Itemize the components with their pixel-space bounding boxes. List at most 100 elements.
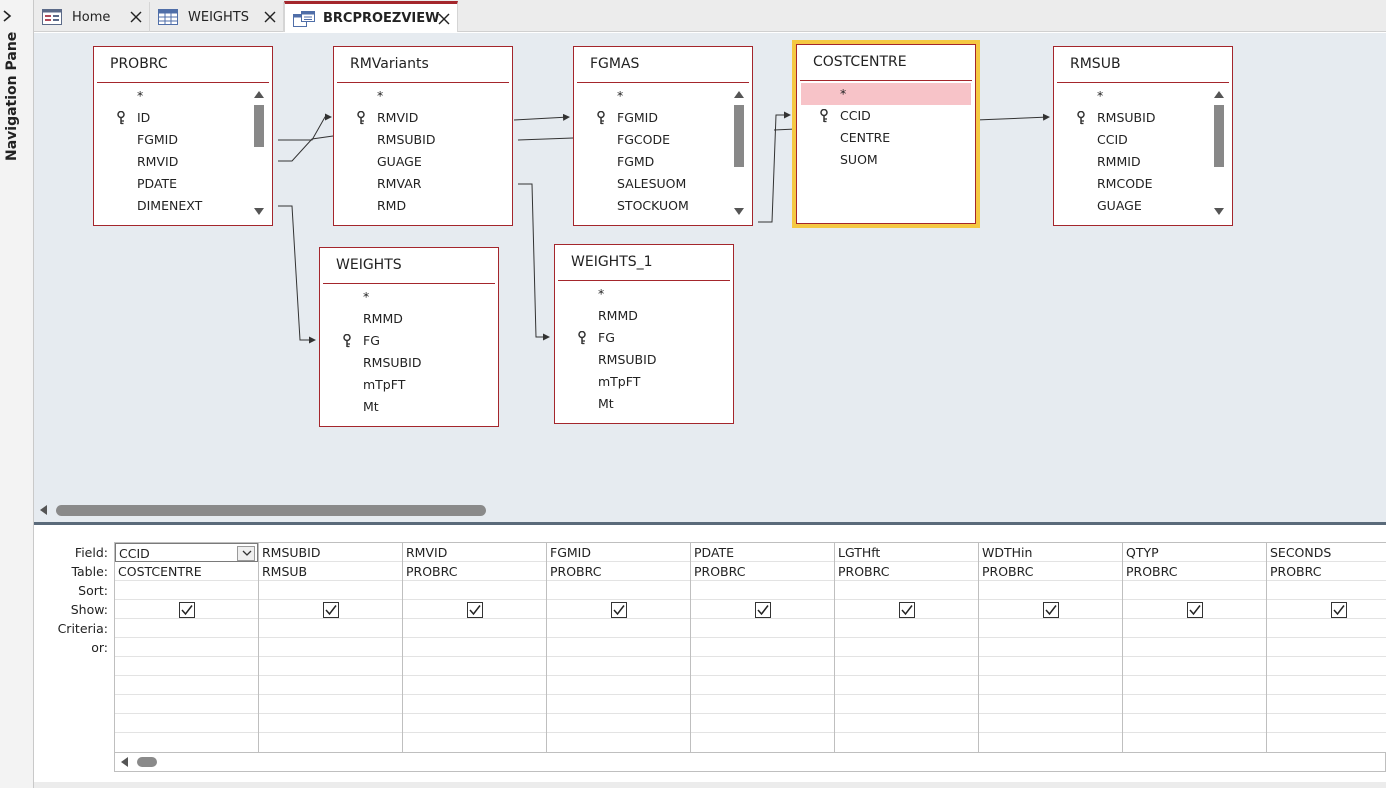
- or-cell[interactable]: [259, 638, 402, 657]
- field-item[interactable]: RMMID: [1054, 151, 1232, 173]
- field-cell[interactable]: PDATE: [691, 543, 834, 562]
- sort-cell[interactable]: [1123, 581, 1266, 600]
- field-item[interactable]: *: [320, 286, 498, 308]
- show-cell[interactable]: [259, 600, 402, 619]
- extra-criteria-cell[interactable]: [259, 676, 402, 695]
- extra-criteria-cell[interactable]: [1123, 695, 1266, 714]
- grid-column[interactable]: RMVID PROBRC: [403, 543, 547, 752]
- query-design-canvas[interactable]: PROBRC * ID FGMID RMVID PDATE DIMENEXT R…: [34, 33, 1386, 500]
- grid-column[interactable]: RMSUBID RMSUB: [259, 543, 403, 752]
- extra-criteria-cell[interactable]: [979, 714, 1122, 733]
- extra-criteria-cell[interactable]: [1267, 695, 1386, 714]
- extra-criteria-cell[interactable]: [115, 714, 258, 733]
- extra-criteria-cell[interactable]: [691, 714, 834, 733]
- field-item[interactable]: RMVAR: [334, 173, 512, 195]
- table-probrc[interactable]: PROBRC * ID FGMID RMVID PDATE DIMENEXT: [93, 46, 273, 226]
- grid-column[interactable]: WDTHin PROBRC: [979, 543, 1123, 752]
- grid-horizontal-scrollbar[interactable]: [114, 752, 1386, 772]
- extra-criteria-cell[interactable]: [403, 714, 546, 733]
- show-checkbox[interactable]: [611, 602, 627, 618]
- extra-criteria-cell[interactable]: [835, 695, 978, 714]
- extra-criteria-cell[interactable]: [1123, 676, 1266, 695]
- criteria-cell[interactable]: [547, 619, 690, 638]
- field-cell[interactable]: WDTHin: [979, 543, 1122, 562]
- extra-criteria-cell[interactable]: [1267, 657, 1386, 676]
- field-item[interactable]: mTpFT: [555, 371, 733, 393]
- extra-criteria-cell[interactable]: [835, 657, 978, 676]
- field-item[interactable]: RMMD: [320, 308, 498, 330]
- chevron-right-icon[interactable]: [0, 6, 14, 26]
- show-cell[interactable]: [691, 600, 834, 619]
- field-cell[interactable]: QTYP: [1123, 543, 1266, 562]
- table-weights-1[interactable]: WEIGHTS_1 * RMMD FG RMSUBID mTpFT Mt: [554, 244, 734, 424]
- table-cell[interactable]: RMSUB: [259, 562, 402, 581]
- extra-criteria-cell[interactable]: [259, 657, 402, 676]
- field-item[interactable]: RMCODE: [1054, 173, 1232, 195]
- field-item[interactable]: ID: [94, 107, 272, 129]
- table-cell[interactable]: PROBRC: [1123, 562, 1266, 581]
- extra-criteria-cell[interactable]: [835, 676, 978, 695]
- extra-criteria-cell[interactable]: [1123, 657, 1266, 676]
- show-cell[interactable]: [547, 600, 690, 619]
- field-item[interactable]: mTpFT: [320, 374, 498, 396]
- criteria-cell[interactable]: [403, 619, 546, 638]
- extra-criteria-cell[interactable]: [115, 695, 258, 714]
- criteria-cell[interactable]: [691, 619, 834, 638]
- field-item[interactable]: FGCODE: [574, 129, 752, 151]
- scroll-down-icon[interactable]: [254, 208, 264, 215]
- sort-cell[interactable]: [835, 581, 978, 600]
- show-checkbox[interactable]: [179, 602, 195, 618]
- or-cell[interactable]: [547, 638, 690, 657]
- criteria-cell[interactable]: [835, 619, 978, 638]
- field-item[interactable]: SUOM: [797, 149, 975, 171]
- field-item[interactable]: Mt: [555, 393, 733, 415]
- field-item[interactable]: FGMID: [574, 107, 752, 129]
- field-item[interactable]: FGMD: [574, 151, 752, 173]
- field-cell[interactable]: RMSUBID: [259, 543, 402, 562]
- scroll-up-icon[interactable]: [734, 91, 744, 98]
- extra-criteria-cell[interactable]: [1267, 714, 1386, 733]
- table-rmvariants[interactable]: RMVariants * RMVID RMSUBID GUAGE RMVAR R…: [333, 46, 513, 226]
- field-cell[interactable]: SECONDS: [1267, 543, 1386, 562]
- field-item[interactable]: FGMID: [94, 129, 272, 151]
- extra-criteria-cell[interactable]: [403, 657, 546, 676]
- scrollbar-thumb[interactable]: [137, 757, 157, 767]
- field-item[interactable]: FG: [320, 330, 498, 352]
- field-item[interactable]: RMSUBID: [1054, 107, 1232, 129]
- field-list-scrollbar[interactable]: [732, 87, 746, 219]
- grid-column[interactable]: PDATE PROBRC: [691, 543, 835, 752]
- field-item[interactable]: RMSUBID: [320, 352, 498, 374]
- field-cell-selected[interactable]: CCID: [115, 543, 258, 562]
- field-cell[interactable]: FGMID: [547, 543, 690, 562]
- extra-criteria-cell[interactable]: [259, 714, 402, 733]
- grid-column[interactable]: FGMID PROBRC: [547, 543, 691, 752]
- sort-cell[interactable]: [115, 581, 258, 600]
- show-checkbox[interactable]: [467, 602, 483, 618]
- navigation-pane[interactable]: Navigation Pane: [0, 0, 34, 788]
- or-cell[interactable]: [1123, 638, 1266, 657]
- scroll-left-icon[interactable]: [121, 757, 128, 767]
- field-cell[interactable]: RMVID: [403, 543, 546, 562]
- field-item[interactable]: RMSUBID: [555, 349, 733, 371]
- show-checkbox[interactable]: [755, 602, 771, 618]
- scroll-up-icon[interactable]: [1214, 91, 1224, 98]
- field-item[interactable]: CENTRE: [797, 127, 975, 149]
- navigation-pane-label[interactable]: Navigation Pane: [3, 32, 21, 161]
- extra-criteria-cell[interactable]: [547, 657, 690, 676]
- query-design-grid[interactable]: CCID COSTCENTRE RMSUBID RMSUB RMVID PROB…: [114, 542, 1386, 752]
- field-item[interactable]: GUAGE: [334, 151, 512, 173]
- field-item[interactable]: RMVID: [334, 107, 512, 129]
- show-checkbox[interactable]: [1331, 602, 1347, 618]
- tab-weights[interactable]: WEIGHTS: [150, 2, 284, 32]
- designer-horizontal-scrollbar[interactable]: [34, 500, 1386, 522]
- sort-cell[interactable]: [259, 581, 402, 600]
- criteria-cell[interactable]: [115, 619, 258, 638]
- show-cell[interactable]: [979, 600, 1122, 619]
- grid-column[interactable]: SECONDS PROBRC: [1267, 543, 1386, 752]
- table-cell[interactable]: PROBRC: [835, 562, 978, 581]
- extra-criteria-cell[interactable]: [547, 676, 690, 695]
- extra-criteria-cell[interactable]: [691, 676, 834, 695]
- scrollbar-thumb[interactable]: [1214, 105, 1224, 167]
- criteria-cell[interactable]: [1123, 619, 1266, 638]
- close-icon[interactable]: [263, 10, 277, 24]
